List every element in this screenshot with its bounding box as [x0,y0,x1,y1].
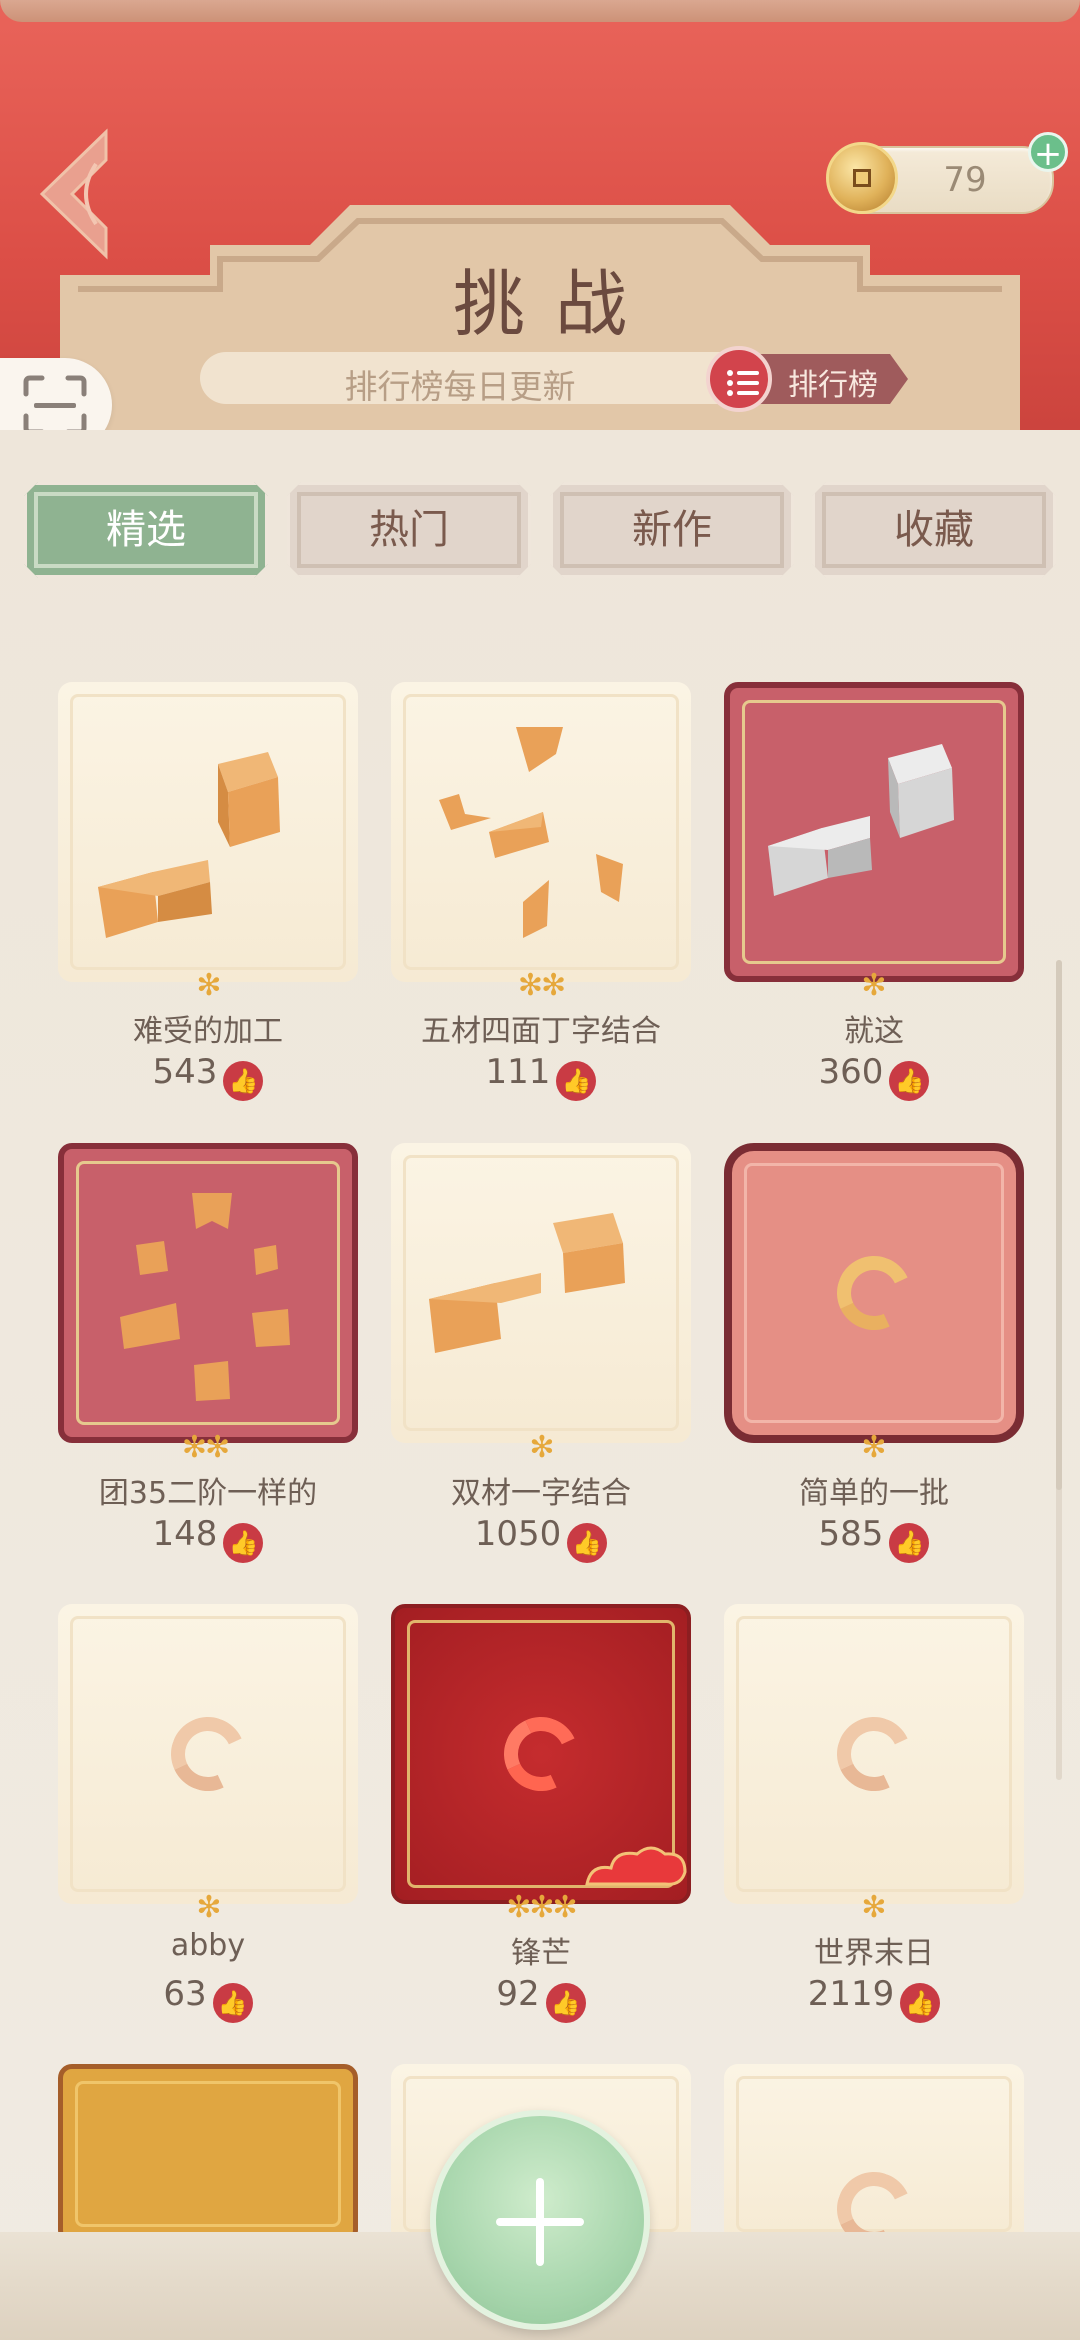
puzzle-name: 团35二阶一样的 [98,1476,318,1511]
puzzle-card[interactable] [391,1143,691,1443]
like-count: 585 [818,1514,884,1554]
puzzle-thumbnail [768,744,954,896]
puzzle-card[interactable] [391,1604,691,1904]
create-puzzle-button[interactable] [430,2110,650,2330]
like-count-row: 1050 👍 [376,1514,706,1563]
add-coins-button[interactable]: + [1028,132,1068,173]
like-count: 63 [163,1974,207,2014]
puzzle-card[interactable] [58,1143,358,1443]
puzzle-name: 锋芒 [511,1936,571,1971]
thumbs-up-icon[interactable]: 👍 [900,1983,941,2023]
puzzle-card[interactable] [391,682,691,982]
notice-text: 排行榜每日更新 [344,367,576,406]
like-count-row: 360 👍 [709,1052,1039,1101]
like-count: 92 [496,1974,540,2014]
tab-featured[interactable]: 精选 [24,482,268,578]
difficulty-stars: ✻✻ [181,1430,230,1465]
puzzle-name: abby [170,1928,246,1963]
difficulty-stars: ✻ [529,1430,554,1465]
like-count: 148 [152,1514,218,1554]
like-count-row: 111 👍 [376,1052,706,1101]
puzzle-card[interactable] [724,1143,1024,1443]
cloud-ornament-icon [585,1846,687,1886]
thumbs-up-icon[interactable]: 👍 [556,1061,597,1101]
like-count-row: 63 👍 [43,1974,373,2023]
like-count-row: 2119 👍 [709,1974,1039,2023]
like-count-row: 148 👍 [43,1514,373,1563]
puzzle-name: 双材一字结合 [451,1476,631,1511]
scrollbar-thumb[interactable] [1056,960,1062,1490]
tab-favorites[interactable]: 收藏 [812,482,1056,578]
puzzle-thumbnail [120,1193,290,1401]
like-count-row: 92 👍 [376,1974,706,2023]
scan-icon [23,375,87,435]
like-count: 1050 [474,1514,562,1554]
like-count-row: 585 👍 [709,1514,1039,1563]
difficulty-stars: ✻✻ [517,968,566,1003]
thumbs-up-icon[interactable]: 👍 [545,1983,586,2023]
tab-popular[interactable]: 热门 [287,482,531,578]
coin-count: 79 [943,160,987,200]
leaderboard-button[interactable]: 排行榜 [706,346,911,412]
notice-bar: 排行榜每日更新 [200,352,770,406]
difficulty-stars: ✻ [861,1890,886,1925]
puzzle-name: 世界末日 [814,1936,934,1971]
like-count: 2119 [807,1974,895,2014]
puzzle-thumbnail [429,1213,625,1353]
puzzle-thumbnail [439,727,623,938]
difficulty-stars: ✻ [861,1430,886,1465]
thumbs-up-icon[interactable]: 👍 [567,1523,608,1563]
puzzle-name: 五材四面丁字结合 [421,1014,661,1049]
puzzle-name: 简单的一批 [799,1476,949,1511]
thumbs-up-icon[interactable]: 👍 [223,1523,264,1563]
thumbs-up-icon[interactable]: 👍 [889,1523,930,1563]
puzzle-card[interactable] [58,2064,358,2244]
thumbs-up-icon[interactable]: 👍 [223,1061,264,1101]
puzzle-name: 难受的加工 [133,1014,283,1049]
tab-new[interactable]: 新作 [550,482,794,578]
difficulty-stars: ✻ [861,968,886,1003]
like-count-row: 543 👍 [43,1052,373,1101]
puzzle-card[interactable] [58,682,358,982]
curtain-valance [0,0,1080,22]
difficulty-stars: ✻ [196,968,221,1003]
page-title: 挑战 [452,262,657,346]
difficulty-stars: ✻ [196,1890,221,1925]
leaderboard-label: 排行榜 [788,368,878,403]
list-icon [706,346,772,412]
coin-balance: 79 + [826,132,1068,214]
like-count: 543 [152,1052,218,1092]
like-count: 111 [485,1052,551,1092]
header: 79 + 挑战 排行榜每日更新 排行榜 [0,0,1080,460]
puzzle-name: 就这 [844,1014,904,1049]
puzzle-card[interactable] [724,682,1024,982]
puzzle-card[interactable] [58,1604,358,1904]
like-count: 360 [818,1052,884,1092]
puzzle-card[interactable] [724,1604,1024,1904]
puzzle-thumbnail [98,752,280,938]
thumbs-up-icon[interactable]: 👍 [212,1983,253,2023]
coin-icon [826,142,898,214]
difficulty-stars: ✻✻✻ [506,1890,577,1925]
thumbs-up-icon[interactable]: 👍 [889,1061,930,1101]
puzzle-card[interactable] [724,2064,1024,2244]
